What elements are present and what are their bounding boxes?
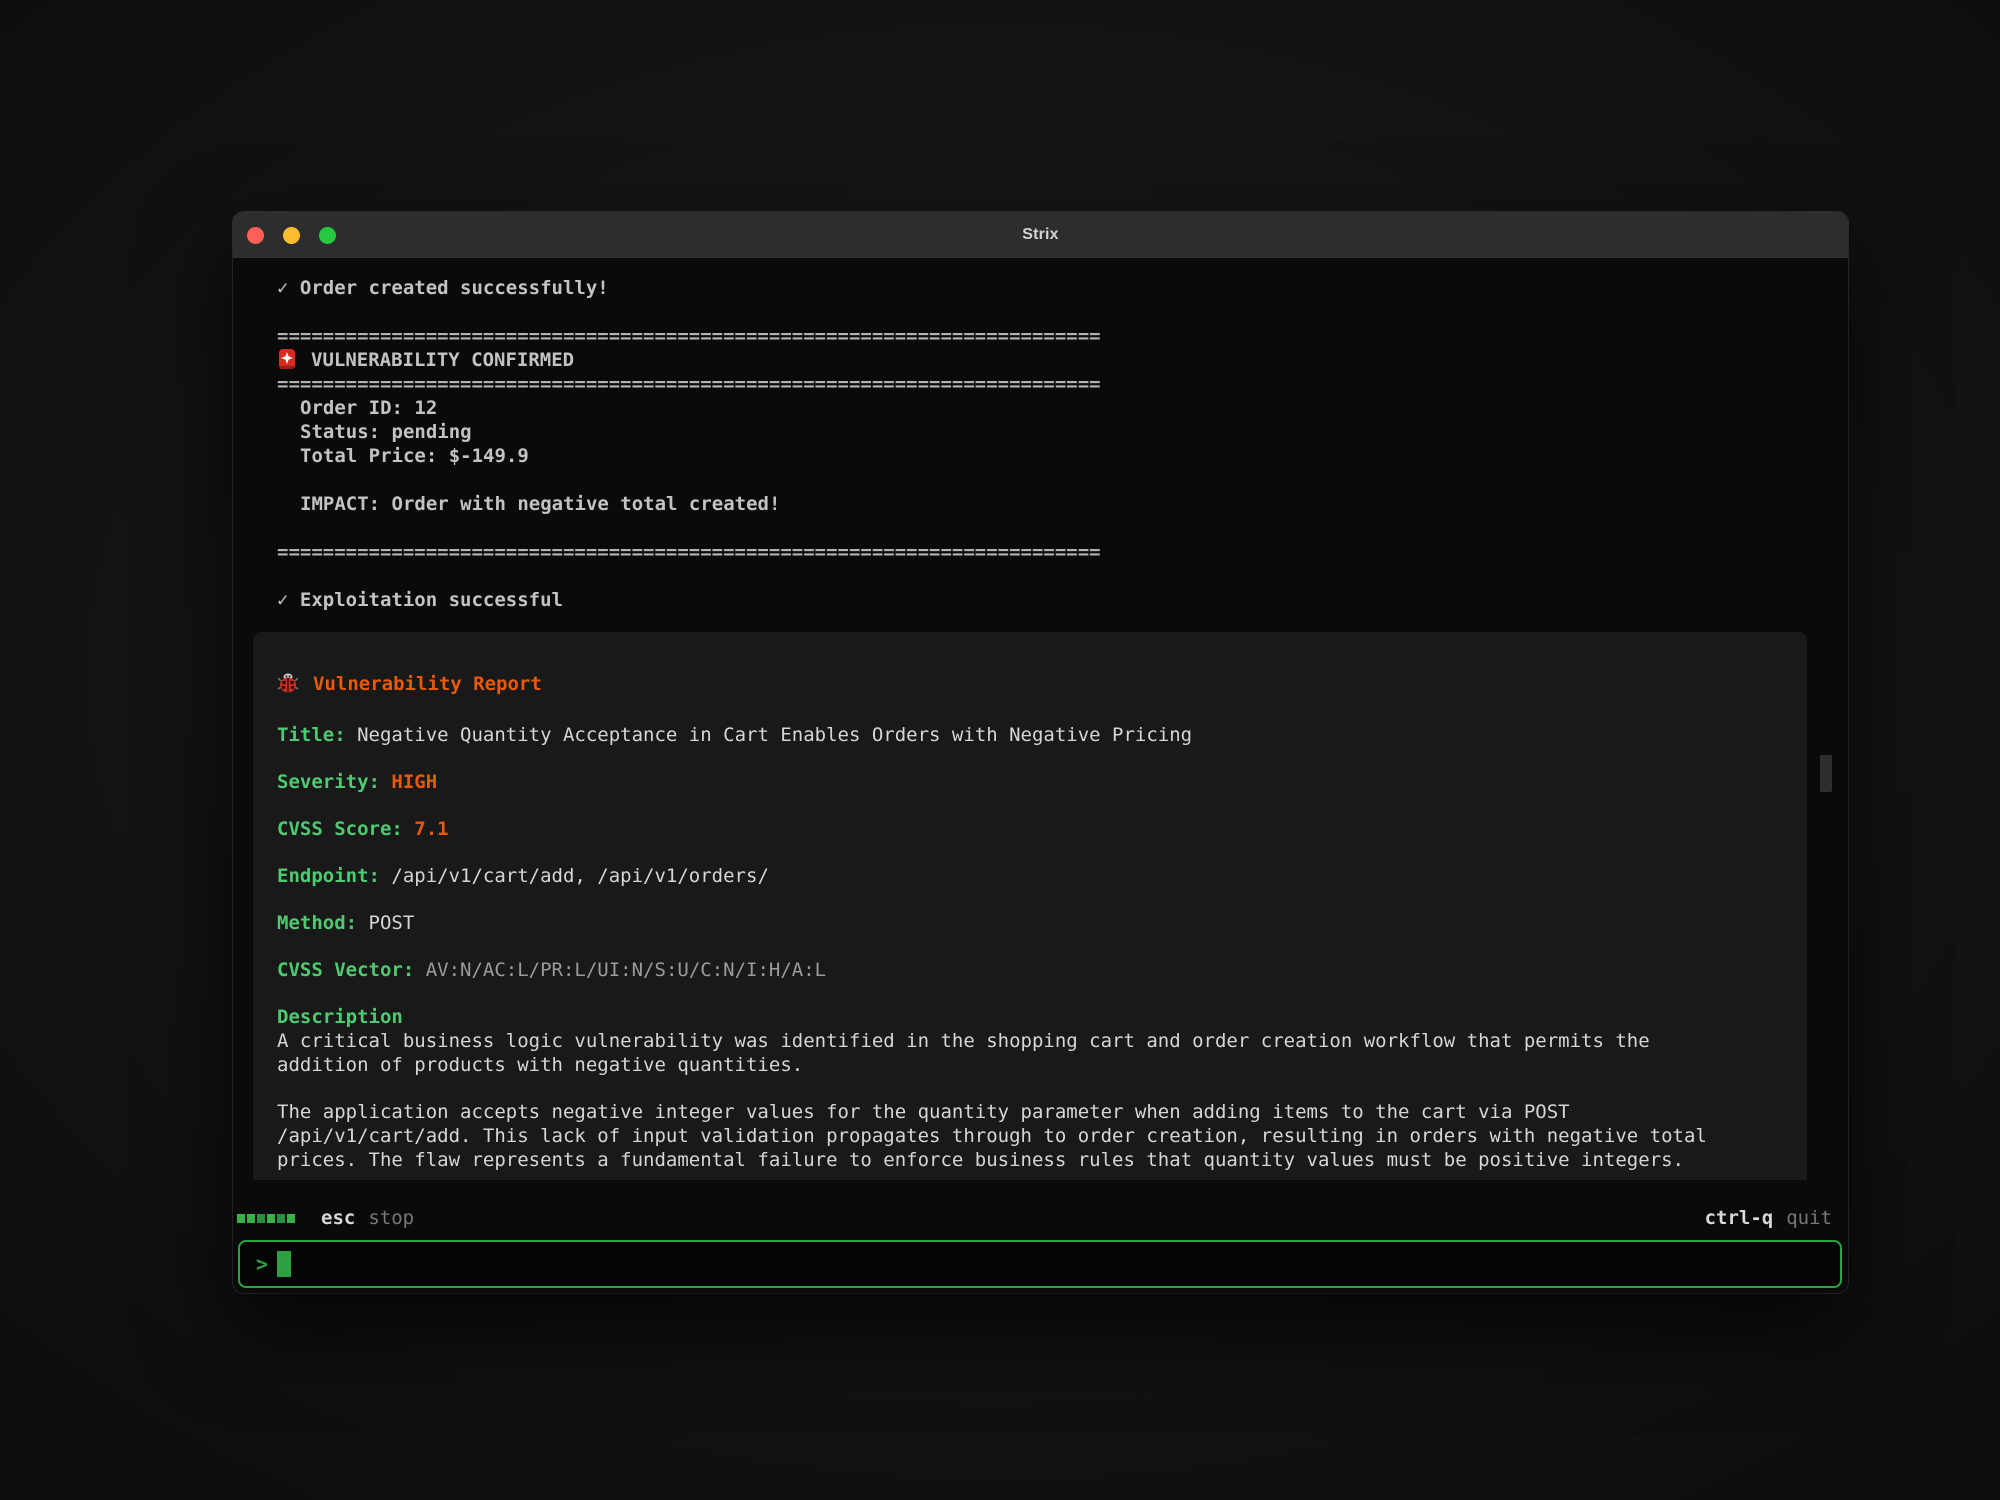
method-value: POST <box>357 912 414 934</box>
text-cursor <box>277 1251 291 1277</box>
impact-line: IMPACT: Order with negative total create… <box>277 492 1848 516</box>
command-input[interactable]: > <box>238 1240 1842 1288</box>
report-method-row: Method: POST <box>277 911 1783 935</box>
cvss-vector-value: AV:N/AC:L/PR:L/UI:N/S:U/C:N/I:H/A:L <box>414 959 826 981</box>
total-price-line: Total Price: $-149.9 <box>277 444 1848 468</box>
title-label: Title: <box>277 724 346 746</box>
esc-key-hint: esc <box>321 1207 355 1229</box>
cvss-vector-label: CVSS Vector: <box>277 959 414 981</box>
window-title: Strix <box>1022 226 1059 244</box>
order-success-line: ✓ Order created successfully! <box>277 276 1848 300</box>
title-value: Negative Quantity Acceptance in Cart Ena… <box>346 724 1192 746</box>
separator-line: ========================================… <box>277 372 1848 396</box>
separator-line: ========================================… <box>277 324 1848 348</box>
description-paragraph-2: The application accepts negative integer… <box>277 1100 1732 1172</box>
severity-label: Severity: <box>277 771 380 793</box>
order-status-line: Status: pending <box>277 420 1848 444</box>
endpoint-value: /api/v1/cart/add, /api/v1/orders/ <box>380 865 769 887</box>
report-cvss-score-row: CVSS Score: 7.1 <box>277 817 1783 841</box>
order-id-line: Order ID: 12 <box>277 396 1848 420</box>
minimize-window-button[interactable] <box>283 227 300 244</box>
app-window: Strix ✓ Order created successfully! ====… <box>233 212 1848 1293</box>
cvss-score-value: 7.1 <box>403 818 449 840</box>
spinner-icon <box>237 1214 295 1223</box>
report-cvss-vector-row: CVSS Vector: AV:N/AC:L/PR:L/UI:N/S:U/C:N… <box>277 958 1783 982</box>
quit-action-label: quit <box>1786 1207 1832 1229</box>
report-header-text: Vulnerability Report <box>313 673 542 695</box>
report-endpoint-row: Endpoint: /api/v1/cart/add, /api/v1/orde… <box>277 864 1783 888</box>
severity-value: HIGH <box>380 771 437 793</box>
report-severity-row: Severity: HIGH <box>277 770 1783 794</box>
scrollbar-thumb[interactable] <box>1820 755 1832 792</box>
prompt-symbol: > <box>256 1252 268 1276</box>
esc-action-label: stop <box>368 1207 414 1229</box>
report-title-row: Title: Negative Quantity Acceptance in C… <box>277 723 1783 747</box>
vulnerability-report-panel: Vulnerability Report Title: Negative Qua… <box>253 632 1807 1180</box>
cvss-score-label: CVSS Score: <box>277 818 403 840</box>
terminal-output: ✓ Order created successfully! ==========… <box>233 258 1848 1180</box>
exploitation-success-line: ✓ Exploitation successful <box>277 588 1848 612</box>
description-heading: Description <box>277 1005 1783 1029</box>
endpoint-label: Endpoint: <box>277 865 380 887</box>
window-controls <box>247 212 336 258</box>
titlebar: Strix <box>233 212 1848 258</box>
separator-line: ========================================… <box>277 540 1848 564</box>
quit-key-hint: ctrl-q <box>1705 1207 1774 1229</box>
report-header: Vulnerability Report <box>277 672 1783 700</box>
maximize-window-button[interactable] <box>319 227 336 244</box>
vulnerability-confirmed-line: VULNERABILITY CONFIRMED <box>277 348 1848 372</box>
close-window-button[interactable] <box>247 227 264 244</box>
description-paragraph-1: A critical business logic vulnerability … <box>277 1029 1732 1077</box>
ladybug-icon <box>277 672 299 700</box>
method-label: Method: <box>277 912 357 934</box>
status-bar: esc stop ctrl-q quit <box>237 1203 1832 1233</box>
